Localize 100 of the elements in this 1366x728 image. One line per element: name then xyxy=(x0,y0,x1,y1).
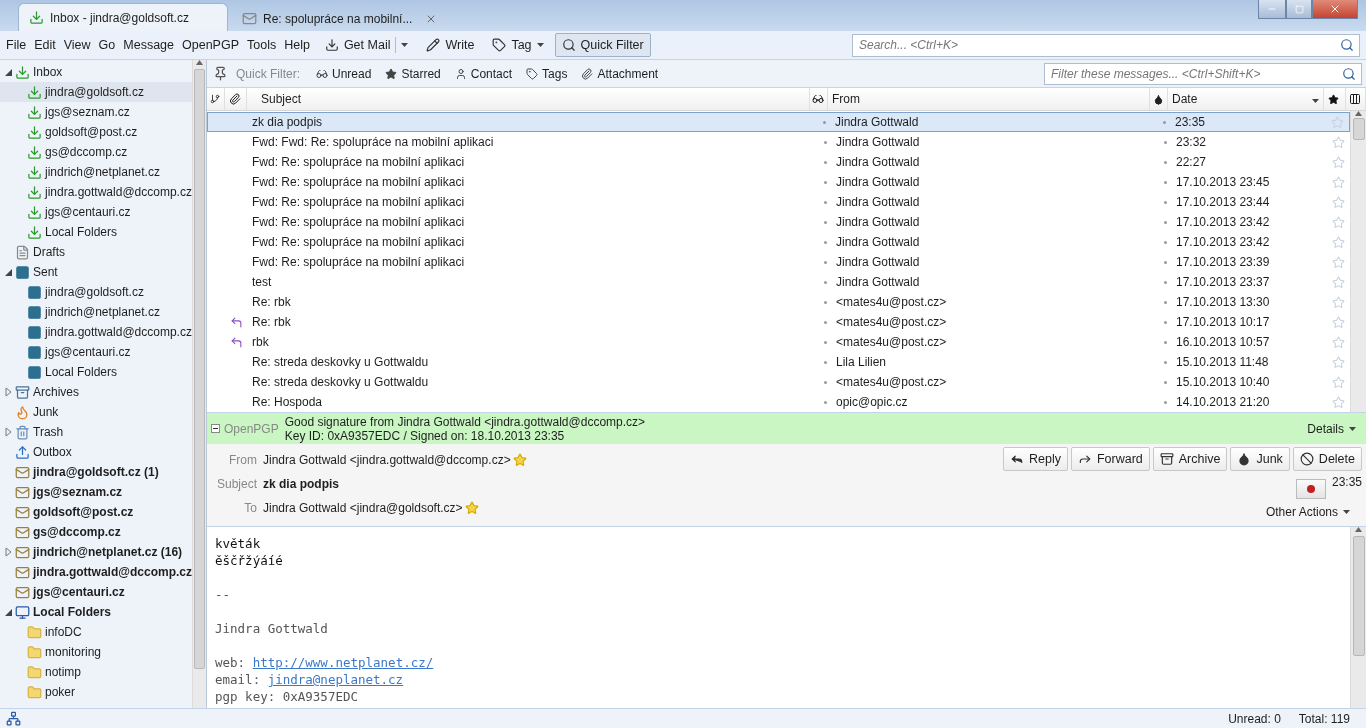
folder-item[interactable]: Sent xyxy=(0,262,192,282)
menu-item[interactable]: View xyxy=(59,38,95,52)
action-button[interactable]: Reply xyxy=(1002,447,1068,471)
folder-item[interactable]: jindra@goldsoft.cz xyxy=(0,82,192,102)
folder-item[interactable]: Local Folders xyxy=(0,362,192,382)
message-row[interactable]: rbk <mates4u@post.cz> 16.10.2013 10:57 xyxy=(207,332,1350,352)
folder-item[interactable]: gs@dccomp.cz xyxy=(0,142,192,162)
message-row[interactable]: Fwd: Re: spolupráce na mobilní aplikaci Jindra Gottwald 17.10.2013 23:39 xyxy=(207,252,1350,272)
column-header[interactable]: Date xyxy=(1172,92,1198,106)
folder-item[interactable]: jgs@centauri.cz xyxy=(0,582,192,602)
scroll-thumb[interactable] xyxy=(194,69,205,669)
expanded-icon[interactable] xyxy=(4,68,12,76)
menu-item[interactable]: Edit xyxy=(30,38,60,52)
folder-item[interactable]: jindra.gottwald@dccomp.cz xyxy=(0,562,192,582)
folder-item[interactable]: jgs@centauri.cz xyxy=(0,202,192,222)
folder-item[interactable]: Inbox xyxy=(0,62,192,82)
message-row[interactable]: test Jindra Gottwald 17.10.2013 23:37 xyxy=(207,272,1350,292)
scroll-thumb[interactable] xyxy=(1352,536,1365,656)
folder-item[interactable]: poker xyxy=(0,682,192,702)
minimize-button[interactable] xyxy=(1258,0,1286,19)
column-picker-icon[interactable] xyxy=(1349,93,1361,105)
folder-item[interactable]: Junk xyxy=(0,402,192,422)
message-row[interactable]: Re: streda deskovky u Gottwaldu Lila Lilien 15.10.2013 11:48 xyxy=(207,352,1350,372)
link[interactable]: jindra@neplanet.cz xyxy=(267,672,404,687)
column-header[interactable]: Subject xyxy=(261,92,302,106)
folder-item[interactable]: jindra@goldsoft.cz xyxy=(0,282,192,302)
folder-item[interactable]: goldsoft@post.cz xyxy=(0,122,192,142)
message-row[interactable]: Re: streda deskovky u Gottwaldu <mates4u@post.cz> 15.10.2013 10:40 xyxy=(207,372,1350,392)
contact-text[interactable]: Jindra Gottwald <jindra.gottwald@dccomp.cz> xyxy=(263,453,511,467)
folder-item[interactable]: jindra.gottwald@dccomp.cz xyxy=(0,182,192,202)
folder-item[interactable]: jindra@goldsoft.cz (1) xyxy=(0,462,192,482)
toolbar-button[interactable]: Quick Filter xyxy=(554,33,651,57)
message-row[interactable]: Fwd: Re: spolupráce na mobilní aplikaci Jindra Gottwald 17.10.2013 23:42 xyxy=(207,232,1350,252)
collapse-icon[interactable] xyxy=(211,424,220,433)
star-icon[interactable] xyxy=(512,453,527,467)
link[interactable]: http://www.netplanet.cz/ xyxy=(252,655,434,670)
action-button[interactable]: Junk xyxy=(1230,447,1290,471)
menu-item[interactable]: OpenPGP xyxy=(178,38,243,52)
thread-icon[interactable] xyxy=(210,94,220,104)
collapsed-icon[interactable] xyxy=(4,548,12,556)
scrollbar[interactable] xyxy=(1350,527,1366,708)
expanded-icon[interactable] xyxy=(4,268,12,276)
folder-item[interactable]: infoDC xyxy=(0,622,192,642)
folder-item[interactable]: Local Folders xyxy=(0,602,192,622)
collapsed-icon[interactable] xyxy=(4,388,12,396)
menu-item[interactable]: Help xyxy=(280,38,314,52)
message-row[interactable]: Fwd: Re: spolupráce na mobilní aplikaci Jindra Gottwald 17.10.2013 23:42 xyxy=(207,212,1350,232)
action-button[interactable]: Archive xyxy=(1152,447,1228,471)
folder-item[interactable]: Outbox xyxy=(0,442,192,462)
message-row[interactable]: Re: rbk <mates4u@post.cz> 17.10.2013 13:30 xyxy=(207,292,1350,312)
column-header[interactable]: From xyxy=(832,92,860,106)
toolbar-button[interactable]: Write xyxy=(419,33,482,57)
message-row[interactable]: Fwd: Re: spolupráce na mobilní aplikaci Jindra Gottwald 17.10.2013 23:45 xyxy=(207,172,1350,192)
folder-item[interactable]: Trash xyxy=(0,422,192,442)
message-row[interactable]: Re: Hospoda opic@opic.cz 14.10.2013 21:20 xyxy=(207,392,1350,412)
action-button[interactable]: Delete xyxy=(1292,447,1362,471)
message-row[interactable]: Fwd: Re: spolupráce na mobilní aplikaci Jindra Gottwald 22:27 xyxy=(207,152,1350,172)
menu-item[interactable]: Go xyxy=(94,38,120,52)
folder-item[interactable]: notimp xyxy=(0,662,192,682)
action-button[interactable]: Forward xyxy=(1070,447,1150,471)
folder-item[interactable]: jindrich@netplanet.cz xyxy=(0,162,192,182)
menu-item[interactable]: File xyxy=(2,38,31,52)
contact-text[interactable]: Jindra Gottwald <jindra@goldsoft.cz> xyxy=(263,501,463,515)
message-row[interactable]: Fwd: Re: spolupráce na mobilní aplikaci Jindra Gottwald 17.10.2013 23:44 xyxy=(207,192,1350,212)
collapsed-icon[interactable] xyxy=(4,428,12,436)
scroll-thumb[interactable] xyxy=(1352,118,1365,140)
star-icon[interactable] xyxy=(464,501,479,515)
paperclip-icon[interactable] xyxy=(229,93,241,105)
toolbar-button[interactable]: Tag xyxy=(485,33,551,57)
folder-item[interactable]: monitoring xyxy=(0,642,192,662)
tab[interactable]: Re: spolupráce na mobilní... xyxy=(232,6,447,31)
tab[interactable]: Inbox - jindra@goldsoft.cz xyxy=(18,3,228,31)
filter-toggle[interactable]: Starred xyxy=(379,63,447,84)
restore-button[interactable] xyxy=(1286,0,1312,19)
filter-toggle[interactable]: Contact xyxy=(448,63,519,84)
menu-item[interactable]: Message xyxy=(119,38,178,52)
filter-toggle[interactable]: Attachment xyxy=(575,63,665,84)
folder-item[interactable]: jgs@seznam.cz xyxy=(0,482,192,502)
glasses-icon[interactable] xyxy=(812,93,824,105)
folder-item[interactable]: Archives xyxy=(0,382,192,402)
folder-item[interactable]: Drafts xyxy=(0,242,192,262)
scrollbar[interactable] xyxy=(192,60,206,708)
folder-item[interactable]: jgs@seznam.cz xyxy=(0,102,192,122)
folder-item[interactable]: goldsoft@post.cz xyxy=(0,502,192,522)
folder-item[interactable]: jindrich@netplanet.cz (16) xyxy=(0,542,192,562)
other-actions-button[interactable]: Other Actions xyxy=(1265,505,1350,519)
folder-item[interactable]: jindra.gottwald@dccomp.cz xyxy=(0,322,192,342)
message-row[interactable]: Fwd: Fwd: Re: spolupráce na mobilní aplikaci Jindra Gottwald 23:32 xyxy=(207,132,1350,152)
scrollbar[interactable] xyxy=(1350,111,1366,412)
folder-item[interactable]: jgs@centauri.cz xyxy=(0,342,192,362)
star-icon[interactable] xyxy=(1328,93,1339,105)
pin-icon[interactable] xyxy=(213,66,228,81)
message-row[interactable]: Re: rbk <mates4u@post.cz> 17.10.2013 10:17 xyxy=(207,312,1350,332)
details-button[interactable]: Details xyxy=(1307,421,1356,436)
filter-toggle[interactable]: Tags xyxy=(520,63,574,84)
folder-item[interactable]: gs@dccomp.cz xyxy=(0,522,192,542)
folder-item[interactable]: jindrich@netplanet.cz xyxy=(0,302,192,322)
search-field[interactable]: Search... <Ctrl+K> xyxy=(852,33,1360,57)
close-button[interactable] xyxy=(1312,0,1358,19)
toolbar-button[interactable]: Get Mail xyxy=(317,33,416,57)
